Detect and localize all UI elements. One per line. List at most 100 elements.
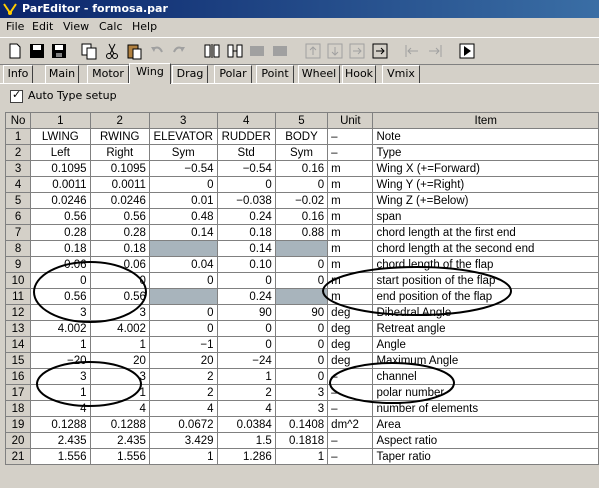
cell-col-4[interactable]: 0 bbox=[216, 320, 276, 337]
cell-col-4[interactable]: −24 bbox=[216, 352, 276, 369]
cell-col-1[interactable]: 4 bbox=[30, 400, 91, 417]
cell-col-2[interactable]: 1 bbox=[89, 336, 150, 353]
cell-col-1[interactable]: −20 bbox=[30, 352, 91, 369]
header-col-5[interactable]: 5 bbox=[274, 112, 329, 129]
tab-motor[interactable]: Motor bbox=[87, 65, 129, 84]
cell-col-4[interactable]: 2 bbox=[216, 384, 276, 401]
move-left-icon[interactable] bbox=[402, 41, 422, 61]
tab-wheel[interactable]: Wheel bbox=[298, 65, 340, 84]
cell-col-2[interactable]: 4.002 bbox=[89, 320, 150, 337]
cut-icon[interactable] bbox=[102, 41, 122, 61]
cell-col-5[interactable]: BODY bbox=[274, 128, 329, 145]
cell-col-1[interactable]: 1.556 bbox=[30, 448, 91, 465]
cell-col-2[interactable]: 0.18 bbox=[89, 240, 150, 257]
cell-col-2[interactable]: 0 bbox=[89, 272, 150, 289]
cell-col-2[interactable]: 0.1288 bbox=[89, 416, 150, 433]
cell-col-1[interactable]: 3 bbox=[30, 368, 91, 385]
cell-col-3[interactable]: 3.429 bbox=[148, 432, 218, 449]
cell-col-3[interactable]: 0.01 bbox=[148, 192, 218, 209]
cell-col-5[interactable]: −0.02 bbox=[274, 192, 329, 209]
cell-col-3[interactable]: 0 bbox=[148, 320, 218, 337]
cell-col-3[interactable]: 0.48 bbox=[148, 208, 218, 225]
cell-col-4[interactable]: 1 bbox=[216, 368, 276, 385]
cell-col-5[interactable]: 0 bbox=[274, 176, 329, 193]
cell-col-5[interactable]: 0 bbox=[274, 352, 329, 369]
cell-col-4[interactable]: 1.286 bbox=[216, 448, 276, 465]
cell-col-2[interactable]: Right bbox=[89, 144, 150, 161]
cell-col-1[interactable]: 0 bbox=[30, 272, 91, 289]
auto-type-checkbox[interactable] bbox=[10, 88, 23, 103]
cell-col-2[interactable]: 0.0246 bbox=[89, 192, 150, 209]
cell-col-4[interactable]: 0.0384 bbox=[216, 416, 276, 433]
cell-col-3[interactable]: 1 bbox=[148, 448, 218, 465]
tab-vmix[interactable]: Vmix bbox=[382, 65, 420, 84]
cell-col-1[interactable]: Left bbox=[30, 144, 91, 161]
cell-col-5[interactable]: 0.16 bbox=[274, 160, 329, 177]
cell-col-4[interactable]: 90 bbox=[216, 304, 276, 321]
run-icon[interactable] bbox=[457, 41, 477, 61]
cell-col-5[interactable]: 1 bbox=[274, 448, 329, 465]
cell-col-2[interactable]: 0.56 bbox=[89, 288, 150, 305]
insert-col-icon[interactable] bbox=[202, 41, 222, 61]
cell-col-5[interactable]: 0.1818 bbox=[274, 432, 329, 449]
menu-file[interactable]: File bbox=[6, 20, 24, 33]
cell-col-3[interactable]: 2 bbox=[148, 368, 218, 385]
header-col-2[interactable]: 2 bbox=[89, 112, 150, 129]
cell-col-3[interactable]: 0.04 bbox=[148, 256, 218, 273]
tab-point[interactable]: Point bbox=[256, 65, 294, 84]
menu-help[interactable]: Help bbox=[132, 20, 157, 33]
cell-col-3[interactable]: ELEVATOR bbox=[148, 128, 218, 145]
cell-col-5[interactable]: 0.88 bbox=[274, 224, 329, 241]
cell-col-4[interactable]: 1.5 bbox=[216, 432, 276, 449]
cell-col-2[interactable]: 1 bbox=[89, 384, 150, 401]
tab-wing[interactable]: Wing bbox=[129, 63, 171, 84]
col-left-icon[interactable] bbox=[247, 41, 267, 61]
cell-col-4[interactable]: 0 bbox=[216, 336, 276, 353]
menu-edit[interactable]: Edit bbox=[32, 20, 53, 33]
cell-col-1[interactable]: 3 bbox=[30, 304, 91, 321]
cell-col-1[interactable]: 0.06 bbox=[30, 256, 91, 273]
row-up-icon[interactable] bbox=[303, 41, 323, 61]
cell-col-2[interactable]: 1.556 bbox=[89, 448, 150, 465]
cell-col-5[interactable]: 3 bbox=[274, 384, 329, 401]
cell-col-1[interactable]: LWING bbox=[30, 128, 91, 145]
cell-col-4[interactable]: 4 bbox=[216, 400, 276, 417]
delete-col-icon[interactable] bbox=[225, 41, 245, 61]
cell-col-2[interactable]: RWING bbox=[89, 128, 150, 145]
cell-col-5[interactable]: 90 bbox=[274, 304, 329, 321]
cell-col-4[interactable]: Std bbox=[216, 144, 276, 161]
cell-col-5[interactable] bbox=[274, 288, 329, 305]
cell-col-1[interactable]: 0.28 bbox=[30, 224, 91, 241]
tab-polar[interactable]: Polar bbox=[214, 65, 252, 84]
menu-calc[interactable]: Calc bbox=[99, 20, 123, 33]
new-icon[interactable] bbox=[5, 41, 25, 61]
cell-col-5[interactable]: 3 bbox=[274, 400, 329, 417]
cell-col-1[interactable]: 0.18 bbox=[30, 240, 91, 257]
cell-col-5[interactable]: 0.16 bbox=[274, 208, 329, 225]
cell-col-5[interactable] bbox=[274, 240, 329, 257]
cell-col-4[interactable]: 0.10 bbox=[216, 256, 276, 273]
cell-col-2[interactable]: 2.435 bbox=[89, 432, 150, 449]
save-all-icon[interactable] bbox=[49, 41, 69, 61]
paste-icon[interactable] bbox=[124, 41, 144, 61]
cell-col-2[interactable]: 0.06 bbox=[89, 256, 150, 273]
cell-col-4[interactable]: 0.24 bbox=[216, 288, 276, 305]
cell-col-2[interactable]: 3 bbox=[89, 368, 150, 385]
cell-col-3[interactable]: 2 bbox=[148, 384, 218, 401]
copy-icon[interactable] bbox=[79, 41, 99, 61]
cell-col-3[interactable]: 0.0672 bbox=[148, 416, 218, 433]
cell-col-4[interactable]: 0.18 bbox=[216, 224, 276, 241]
header-col-1[interactable]: 1 bbox=[30, 112, 91, 129]
cell-col-1[interactable]: 1 bbox=[30, 336, 91, 353]
cell-col-4[interactable]: 0.24 bbox=[216, 208, 276, 225]
cell-col-2[interactable]: 0.28 bbox=[89, 224, 150, 241]
move-right-icon[interactable] bbox=[425, 41, 445, 61]
cell-col-4[interactable]: 0.14 bbox=[216, 240, 276, 257]
cell-col-1[interactable]: 2.435 bbox=[30, 432, 91, 449]
cell-col-5[interactable]: 0.1408 bbox=[274, 416, 329, 433]
cell-col-5[interactable]: Sym bbox=[274, 144, 329, 161]
cell-col-4[interactable]: 0 bbox=[216, 272, 276, 289]
cell-col-2[interactable]: 0.56 bbox=[89, 208, 150, 225]
row-delete-icon[interactable] bbox=[370, 41, 390, 61]
cell-col-4[interactable]: −0.54 bbox=[216, 160, 276, 177]
